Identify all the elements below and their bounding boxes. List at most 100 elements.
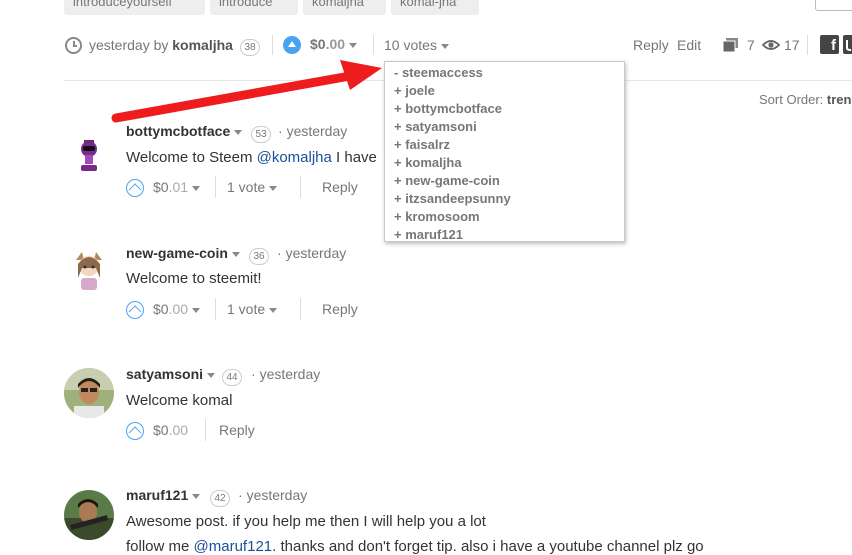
chevron-down-icon [269, 307, 278, 313]
tag-introduceyourself[interactable]: introduceyourself [64, 0, 205, 15]
mention-link[interactable]: @komaljha [257, 149, 332, 166]
payout-cents: .00 [325, 36, 346, 52]
divider [215, 298, 216, 320]
chevron-down-icon [440, 43, 449, 49]
comment-votes[interactable]: 1 vote [227, 179, 278, 195]
comments-icon [723, 38, 738, 52]
author-name: maruf121 [126, 487, 189, 503]
comment-body: Welcome komal [126, 392, 233, 409]
tag-label: komaljha [312, 0, 365, 9]
time-label: yesterday [285, 245, 347, 261]
comment-text: . thanks and don't forget tip. also i ha… [272, 538, 704, 555]
facebook-icon[interactable]: f [820, 35, 839, 54]
reputation-badge: 38 [240, 39, 260, 56]
chevron-down-icon [192, 185, 201, 191]
tag-komaljha[interactable]: komaljha [303, 0, 386, 15]
upvote-icon[interactable] [126, 179, 144, 197]
clock-icon [65, 37, 82, 54]
post-author-reputation: 38 [240, 37, 260, 56]
voter-item[interactable]: + komaljha [385, 154, 624, 172]
comment-time[interactable]: · yesterday [251, 366, 320, 382]
reply-link[interactable]: Reply [219, 422, 255, 438]
divider [300, 176, 301, 198]
time-label: yesterday [259, 366, 321, 382]
tag-label: komal-jha [400, 0, 457, 9]
comment-payout[interactable]: $0.00 [153, 301, 201, 317]
time-label: yesterday [246, 487, 308, 503]
reputation: 36 [249, 246, 269, 265]
post-time-label: yesterday by [89, 37, 169, 53]
chevron-down-icon [349, 42, 358, 48]
author-name: satyamsoni [126, 366, 204, 382]
reply-link[interactable]: Reply [322, 179, 358, 195]
sort-order[interactable]: Sort Order: trending [759, 92, 852, 107]
divider [373, 35, 374, 55]
payout-amount: $0 [153, 422, 169, 438]
avatar[interactable] [64, 368, 114, 418]
voter-item[interactable]: + new-game-coin [385, 172, 624, 190]
tag-label: introduceyourself [73, 0, 172, 9]
voter-item[interactable]: + kromosoom [385, 208, 624, 226]
post-time: yesterday by komaljha [89, 37, 233, 53]
divider [300, 298, 301, 320]
comment-votes[interactable]: 1 vote [227, 301, 278, 317]
upvote-icon[interactable] [126, 422, 144, 440]
header-button-edge[interactable] [815, 0, 852, 11]
sort-order-label: Sort Order: [759, 92, 824, 107]
edit-link[interactable]: Edit [677, 37, 701, 53]
comment-time[interactable]: · yesterday [277, 245, 346, 261]
upvote-icon[interactable] [126, 301, 144, 319]
divider [807, 35, 808, 55]
tag-komal-jha[interactable]: komal-jha [391, 0, 479, 15]
twitter-icon[interactable] [843, 35, 852, 54]
comment-count: 7 [747, 37, 755, 53]
upvote-icon[interactable] [283, 36, 301, 54]
tag-label: introduce [219, 0, 273, 9]
voter-item[interactable]: + satyamsoni [385, 118, 624, 136]
avatar[interactable] [64, 490, 114, 540]
reply-link[interactable]: Reply [633, 37, 669, 53]
voter-item[interactable]: + maruf121 [385, 226, 624, 244]
comment-body-line2: follow me @maruf121. thanks and don't fo… [126, 538, 704, 555]
reputation: 42 [210, 488, 230, 507]
reputation-badge: 36 [249, 248, 269, 265]
comment-body: Awesome post. if you help me then I will… [126, 513, 486, 530]
voter-item[interactable]: + faisalrz [385, 136, 624, 154]
chevron-down-icon [192, 307, 201, 313]
payout-amount: $0 [153, 301, 169, 317]
voter-item[interactable]: + joele [385, 82, 624, 100]
comment-payout[interactable]: $0.00 [153, 422, 188, 438]
voters-dropdown: - steemaccess + joele + bottymcbotface +… [384, 61, 625, 242]
mention-link[interactable]: @maruf121 [194, 538, 273, 555]
voter-item[interactable]: + bottymcbotface [385, 100, 624, 118]
sort-order-value: trending [826, 92, 852, 107]
reply-link[interactable]: Reply [322, 301, 358, 317]
voter-item[interactable]: - steemaccess [385, 64, 624, 82]
avatar[interactable] [64, 130, 114, 180]
comment-author[interactable]: new-game-coin [126, 245, 240, 261]
tag-introduce[interactable]: introduce [210, 0, 298, 15]
post-payout[interactable]: $0.00 [310, 36, 358, 52]
annotation-arrow [111, 60, 382, 123]
bullet: · [238, 487, 243, 503]
voter-item[interactable]: + itzsandeepsunny [385, 190, 624, 208]
comment-body: Welcome to steemit! [126, 270, 262, 287]
votes-label: 1 vote [227, 179, 266, 195]
avatar[interactable] [64, 246, 114, 296]
comment-author[interactable]: satyamsoni [126, 366, 216, 382]
comment-payout[interactable]: $0.01 [153, 179, 201, 195]
comment-author[interactable]: maruf121 [126, 487, 201, 503]
chevron-down-icon [207, 372, 216, 378]
chevron-down-icon [234, 129, 243, 135]
comment-body: Welcome to Steem @komaljha I have [126, 149, 377, 166]
chevron-down-icon [269, 185, 278, 191]
view-count: 17 [784, 37, 800, 53]
author-name: new-game-coin [126, 245, 228, 261]
reputation-badge: 44 [222, 369, 242, 386]
payout-cents: .00 [168, 301, 189, 317]
divider [215, 176, 216, 198]
votes-toggle[interactable]: 10 votes [384, 37, 449, 53]
post-author-link[interactable]: komaljha [172, 37, 233, 53]
payout-cents: .00 [168, 422, 189, 438]
comment-time[interactable]: · yesterday [238, 487, 307, 503]
